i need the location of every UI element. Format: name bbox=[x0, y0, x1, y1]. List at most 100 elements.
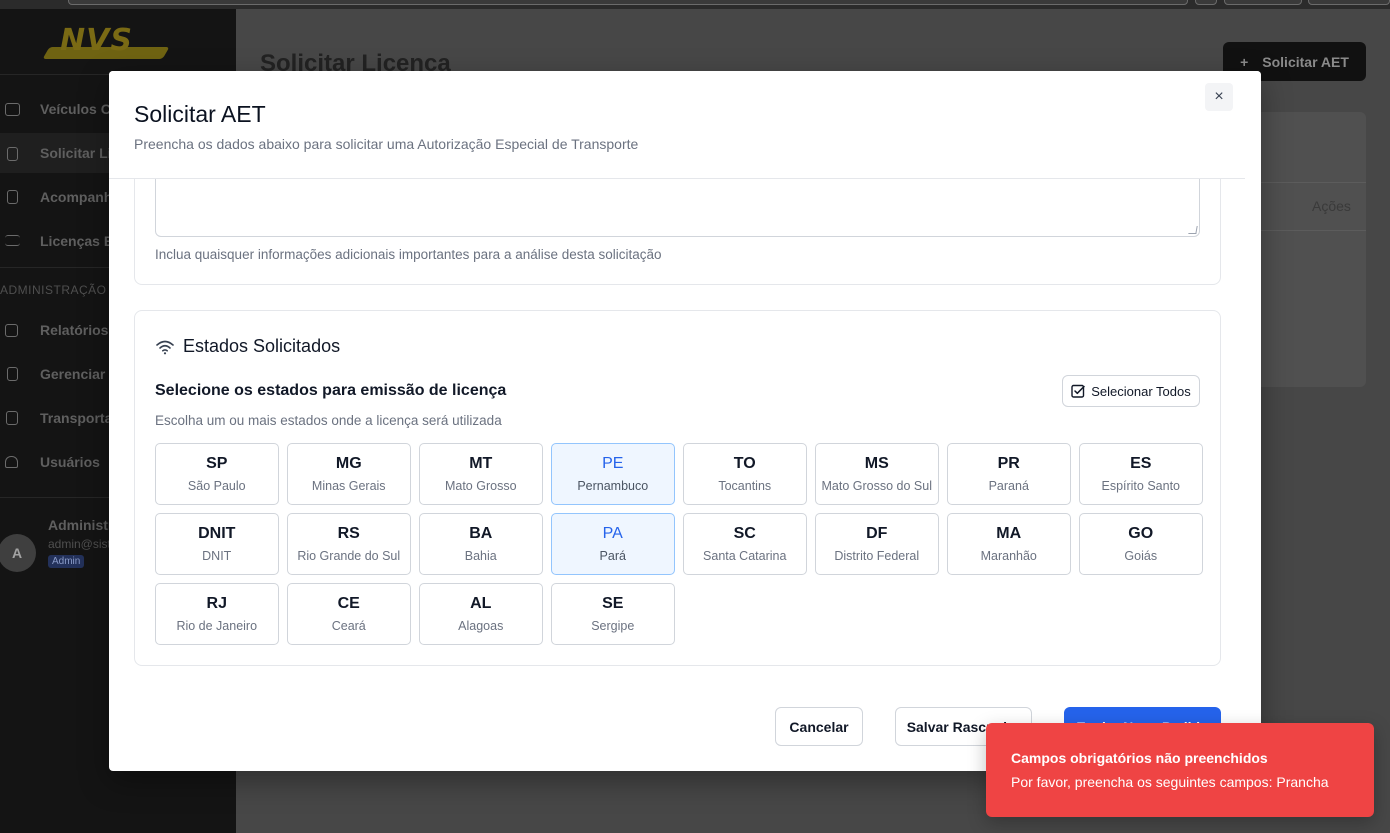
state-name: Mato Grosso bbox=[444, 479, 517, 493]
background-table-card bbox=[1246, 112, 1366, 387]
solicitar-aet-dialog: Solicitar AET Preencha os dados abaixo p… bbox=[109, 71, 1261, 771]
dialog-header: Solicitar AET Preencha os dados abaixo p… bbox=[109, 71, 1245, 179]
browser-button[interactable] bbox=[1308, 0, 1390, 5]
file-icon bbox=[7, 147, 18, 161]
state-option-sp[interactable]: SP São Paulo bbox=[155, 443, 279, 505]
state-option-es[interactable]: ES Espírito Santo bbox=[1079, 443, 1203, 505]
state-option-se[interactable]: SE Sergipe bbox=[551, 583, 675, 645]
sidebar-item-label: Veículos Ca bbox=[40, 101, 119, 117]
state-name: Santa Catarina bbox=[703, 549, 787, 563]
table-header-actions: Ações bbox=[1312, 198, 1351, 214]
state-option-to[interactable]: TO Tocantins bbox=[683, 443, 807, 505]
state-name: Rio de Janeiro bbox=[176, 619, 258, 633]
state-name: Sergipe bbox=[591, 619, 635, 633]
state-option-pa[interactable]: PA Pará bbox=[551, 513, 675, 575]
state-option-sc[interactable]: SC Santa Catarina bbox=[683, 513, 807, 575]
divider bbox=[1246, 230, 1366, 231]
dialog-title: Solicitar AET bbox=[134, 101, 266, 127]
state-name: DNIT bbox=[202, 549, 232, 563]
states-select-label: Selecione os estados para emissão de lic… bbox=[155, 382, 507, 399]
state-option-ba[interactable]: BA Bahia bbox=[419, 513, 543, 575]
close-button[interactable]: × bbox=[1205, 83, 1233, 111]
sidebar-item-label: Gerenciar L bbox=[40, 366, 118, 382]
state-option-rj[interactable]: RJ Rio de Janeiro bbox=[155, 583, 279, 645]
state-option-go[interactable]: GO Goiás bbox=[1079, 513, 1203, 575]
sidebar-item-label: Transporta bbox=[40, 410, 113, 426]
state-grid: SP São Paulo MG Minas Gerais MT Mato Grosso PE… bbox=[155, 443, 1203, 645]
cancel-button[interactable]: Cancelar bbox=[775, 707, 863, 746]
state-option-mt[interactable]: MT Mato Grosso bbox=[419, 443, 543, 505]
state-option-mg[interactable]: MG Minas Gerais bbox=[287, 443, 411, 505]
state-option-dnit[interactable]: DNIT DNIT bbox=[155, 513, 279, 575]
logo-text: NVS bbox=[60, 23, 133, 58]
state-name: Mato Grosso do Sul bbox=[821, 479, 932, 493]
state-code: MG bbox=[335, 455, 362, 472]
avatar[interactable]: A bbox=[0, 534, 36, 572]
state-option-pe[interactable]: PE Pernambuco bbox=[551, 443, 675, 505]
state-code: SE bbox=[602, 595, 624, 612]
state-code: AL bbox=[470, 595, 492, 612]
state-code: GO bbox=[1128, 525, 1154, 542]
dialog-scrollbar[interactable] bbox=[1247, 71, 1261, 771]
states-title: Estados Solicitados bbox=[183, 336, 341, 356]
browser-button[interactable] bbox=[1224, 0, 1302, 5]
close-icon: × bbox=[1214, 88, 1224, 105]
sidebar-item-label: Relatórios bbox=[40, 322, 109, 338]
truck-icon bbox=[5, 103, 20, 116]
state-name: Distrito Federal bbox=[834, 549, 920, 563]
error-toast[interactable]: Campos obrigatórios não preenchidos Por … bbox=[986, 723, 1374, 817]
browser-address-bar[interactable] bbox=[68, 0, 1188, 5]
building-icon bbox=[6, 411, 18, 425]
divider bbox=[1246, 182, 1366, 183]
clipboard-icon bbox=[7, 190, 18, 204]
state-code: DF bbox=[866, 525, 888, 542]
browser-tab-strip bbox=[0, 0, 1390, 9]
dialog-subtitle: Preencha os dados abaixo para solicitar … bbox=[134, 136, 639, 152]
grid-icon bbox=[5, 324, 18, 337]
state-name: Bahia bbox=[464, 549, 497, 563]
state-name: Minas Gerais bbox=[311, 479, 386, 493]
state-option-ma[interactable]: MA Maranhão bbox=[947, 513, 1071, 575]
plus-icon: + bbox=[1240, 53, 1249, 70]
state-code: MT bbox=[469, 455, 493, 472]
state-code: PA bbox=[602, 525, 623, 542]
state-name: Pernambuco bbox=[577, 479, 649, 493]
sidebar-item-label: Acompanh bbox=[40, 189, 113, 205]
select-all-label: Selecionar Todos bbox=[1091, 383, 1191, 399]
state-option-rs[interactable]: RS Rio Grande do Sul bbox=[287, 513, 411, 575]
state-name: Goiás bbox=[1124, 549, 1158, 563]
state-code: RJ bbox=[206, 595, 227, 612]
list-check-icon bbox=[5, 235, 20, 246]
state-code: ES bbox=[1130, 455, 1152, 472]
state-option-ms[interactable]: MS Mato Grosso do Sul bbox=[815, 443, 939, 505]
state-code: TO bbox=[733, 455, 756, 472]
browser-button[interactable] bbox=[1195, 0, 1217, 5]
state-name: Ceará bbox=[331, 619, 366, 633]
user-name: Administr bbox=[48, 517, 114, 533]
resize-grip-icon[interactable] bbox=[1188, 226, 1198, 234]
role-badge: Admin bbox=[48, 555, 85, 568]
state-code: PR bbox=[997, 455, 1020, 472]
user-email: admin@sist bbox=[48, 537, 111, 551]
state-code: RS bbox=[337, 525, 360, 542]
state-option-pr[interactable]: PR Paraná bbox=[947, 443, 1071, 505]
select-all-button[interactable]: Selecionar Todos bbox=[1062, 375, 1200, 407]
state-name: São Paulo bbox=[187, 479, 246, 493]
state-option-df[interactable]: DF Distrito Federal bbox=[815, 513, 939, 575]
section-label-admin: ADMINISTRAÇÃO bbox=[0, 283, 107, 297]
users-icon bbox=[5, 456, 18, 468]
state-name: Pará bbox=[599, 549, 626, 563]
state-code: CE bbox=[337, 595, 360, 612]
state-code: SP bbox=[206, 455, 228, 472]
state-name: Paraná bbox=[988, 479, 1029, 493]
state-option-al[interactable]: AL Alagoas bbox=[419, 583, 543, 645]
state-code: DNIT bbox=[198, 525, 236, 542]
state-option-ce[interactable]: CE Ceará bbox=[287, 583, 411, 645]
checkbox-checked-icon bbox=[1071, 384, 1085, 398]
state-name: Maranhão bbox=[980, 549, 1037, 563]
app-logo: NVS bbox=[42, 19, 170, 67]
states-heading: Estados Solicitados bbox=[155, 336, 340, 357]
sidebar-item-label: Solicitar Lic bbox=[40, 145, 120, 161]
file-edit-icon bbox=[7, 367, 18, 381]
state-code: BA bbox=[469, 525, 493, 542]
